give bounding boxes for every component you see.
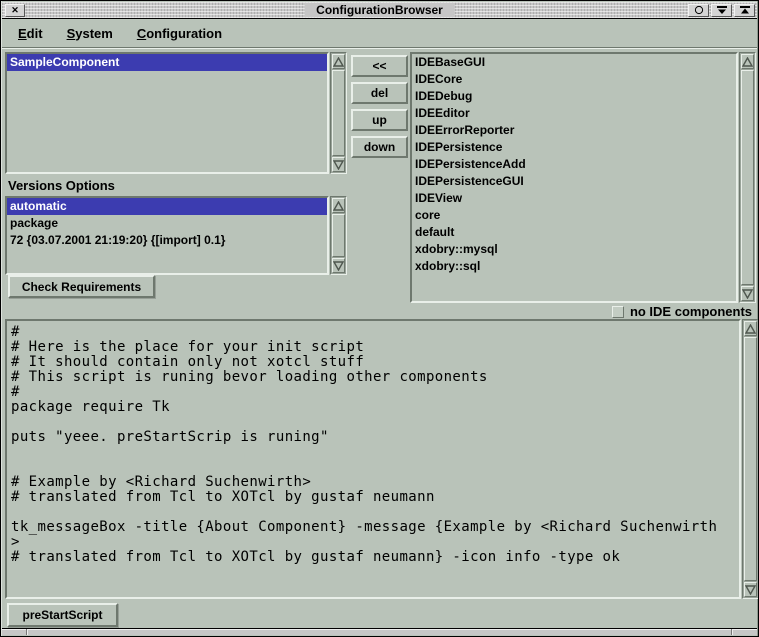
scroll-up-arrow-icon[interactable]	[332, 198, 345, 213]
available-item[interactable]: IDEView	[412, 190, 736, 207]
versions-options-label: Versions Options	[8, 178, 115, 193]
scroll-thumb[interactable]	[332, 214, 345, 257]
available-item[interactable]: IDEPersistenceAdd	[412, 156, 736, 173]
no-ide-components-checkbox[interactable]: no IDE components	[612, 304, 752, 319]
circle-icon	[694, 5, 704, 15]
resize-handle-right[interactable]	[731, 629, 733, 635]
menu-item[interactable]: Configuration	[137, 26, 222, 41]
bar-up-triangle-icon	[739, 5, 751, 15]
components-listbox[interactable]: SampleComponent	[5, 52, 329, 174]
version-item[interactable]: automatic	[7, 198, 327, 215]
transfer-button[interactable]: del	[351, 82, 408, 104]
component-item[interactable]: SampleComponent	[7, 54, 327, 71]
prestartscript-button[interactable]: preStartScript	[7, 603, 118, 627]
version-item[interactable]: package	[7, 215, 327, 232]
window-title: ConfigurationBrowser	[304, 3, 455, 17]
available-item[interactable]: IDEErrorReporter	[412, 122, 736, 139]
versions-listbox[interactable]: automaticpackage72 {03.07.2001 21:19:20}…	[5, 196, 329, 275]
scroll-up-arrow-icon[interactable]	[744, 321, 757, 336]
transfer-buttons: << del up down	[351, 55, 408, 163]
versions-scrollbar[interactable]	[330, 196, 347, 275]
transfer-button[interactable]: down	[351, 136, 408, 158]
checkbox-label: no IDE components	[630, 304, 752, 319]
close-button[interactable]: ✕	[5, 4, 25, 17]
available-item[interactable]: core	[412, 207, 736, 224]
transfer-button[interactable]: up	[351, 109, 408, 131]
menu-item[interactable]: System	[67, 26, 113, 41]
menubar: Edit System Configuration	[2, 19, 757, 48]
scroll-up-arrow-icon[interactable]	[332, 54, 345, 69]
script-editor[interactable]: # # Here is the place for your init scri…	[5, 319, 741, 599]
available-item[interactable]: IDEBaseGUI	[412, 54, 736, 71]
available-item[interactable]: default	[412, 224, 736, 241]
check-requirements-button[interactable]: Check Requirements	[8, 275, 155, 298]
available-scrollbar[interactable]	[739, 52, 756, 303]
scroll-down-arrow-icon[interactable]	[741, 286, 754, 301]
available-item[interactable]: IDEPersistenceGUI	[412, 173, 736, 190]
available-item[interactable]: IDEDebug	[412, 88, 736, 105]
available-item[interactable]: xdobry::sql	[412, 258, 736, 275]
wm-menu-button[interactable]	[688, 4, 709, 17]
scroll-down-arrow-icon[interactable]	[332, 258, 345, 273]
components-scrollbar[interactable]	[330, 52, 347, 174]
scroll-thumb[interactable]	[741, 70, 754, 285]
available-item[interactable]: IDECore	[412, 71, 736, 88]
available-item[interactable]: IDEEditor	[412, 105, 736, 122]
prestartscript-label: preStartScript	[22, 608, 102, 622]
available-item[interactable]: xdobry::mysql	[412, 241, 736, 258]
titlebar[interactable]: ✕ ConfigurationBrowser	[2, 2, 757, 19]
wm-shade-button[interactable]	[711, 4, 732, 17]
bottom-resize-bar[interactable]	[2, 628, 757, 635]
scroll-up-arrow-icon[interactable]	[741, 54, 754, 69]
bar-down-triangle-icon	[716, 5, 728, 15]
scroll-down-arrow-icon[interactable]	[332, 157, 345, 172]
configuration-browser-window: ✕ ConfigurationBrowser EditSystemConfi	[0, 0, 759, 637]
checkbox-indicator-icon[interactable]	[612, 306, 624, 318]
transfer-button[interactable]: <<	[351, 55, 408, 77]
resize-handle-left[interactable]	[26, 629, 28, 635]
scroll-thumb[interactable]	[332, 70, 345, 156]
menu-item[interactable]: Edit	[18, 26, 43, 41]
scroll-down-arrow-icon[interactable]	[744, 582, 757, 597]
available-item[interactable]: IDEPersistence	[412, 139, 736, 156]
check-requirements-label: Check Requirements	[22, 280, 141, 294]
close-icon: ✕	[11, 6, 19, 15]
script-text[interactable]: # # Here is the place for your init scri…	[7, 321, 739, 565]
scroll-thumb[interactable]	[744, 337, 757, 581]
wm-maximize-button[interactable]	[734, 4, 755, 17]
available-listbox[interactable]: IDEBaseGUIIDECoreIDEDebugIDEEditorIDEErr…	[410, 52, 738, 303]
version-item[interactable]: 72 {03.07.2001 21:19:20} {[import] 0.1}	[7, 232, 327, 249]
editor-scrollbar[interactable]	[742, 319, 759, 599]
